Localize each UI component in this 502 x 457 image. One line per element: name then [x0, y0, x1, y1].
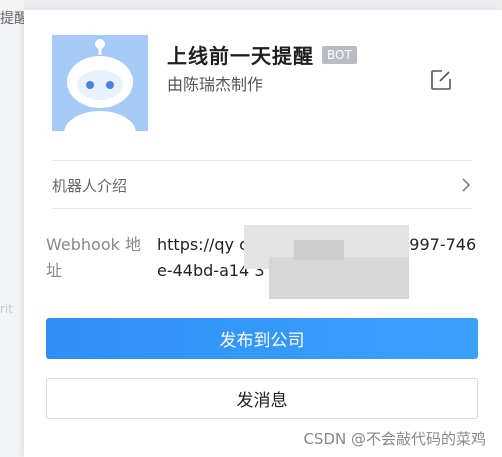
- bot-title-row: 上线前一天提醒 BOT: [167, 40, 357, 69]
- background-panel: 提醒 rit: [0, 0, 28, 457]
- bot-badge: BOT: [322, 45, 357, 64]
- bot-profile-card: 上线前一天提醒 BOT 由陈瑞杰制作 机器人介绍 Webhook 地址 http…: [24, 10, 502, 457]
- robot-avatar-icon: [52, 35, 148, 131]
- publish-to-company-button[interactable]: 发布到公司: [46, 318, 478, 359]
- bot-name: 上线前一天提醒: [167, 44, 314, 68]
- chevron-right-icon: [460, 177, 472, 193]
- redaction-blur: [269, 257, 409, 299]
- edit-icon[interactable]: [429, 68, 453, 92]
- watermark: CSDN @不会敲代码的菜鸡: [303, 430, 486, 448]
- webhook-label: Webhook 地址: [46, 235, 141, 280]
- bot-intro-row[interactable]: 机器人介绍: [52, 161, 472, 208]
- bot-creator: 由陈瑞杰制作: [167, 75, 264, 94]
- send-message-button[interactable]: 发消息: [46, 378, 478, 419]
- redaction-blur: [294, 240, 344, 260]
- bot-intro-label: 机器人介绍: [52, 177, 128, 195]
- divider: [52, 208, 472, 209]
- background-faint-text: rit: [0, 302, 13, 316]
